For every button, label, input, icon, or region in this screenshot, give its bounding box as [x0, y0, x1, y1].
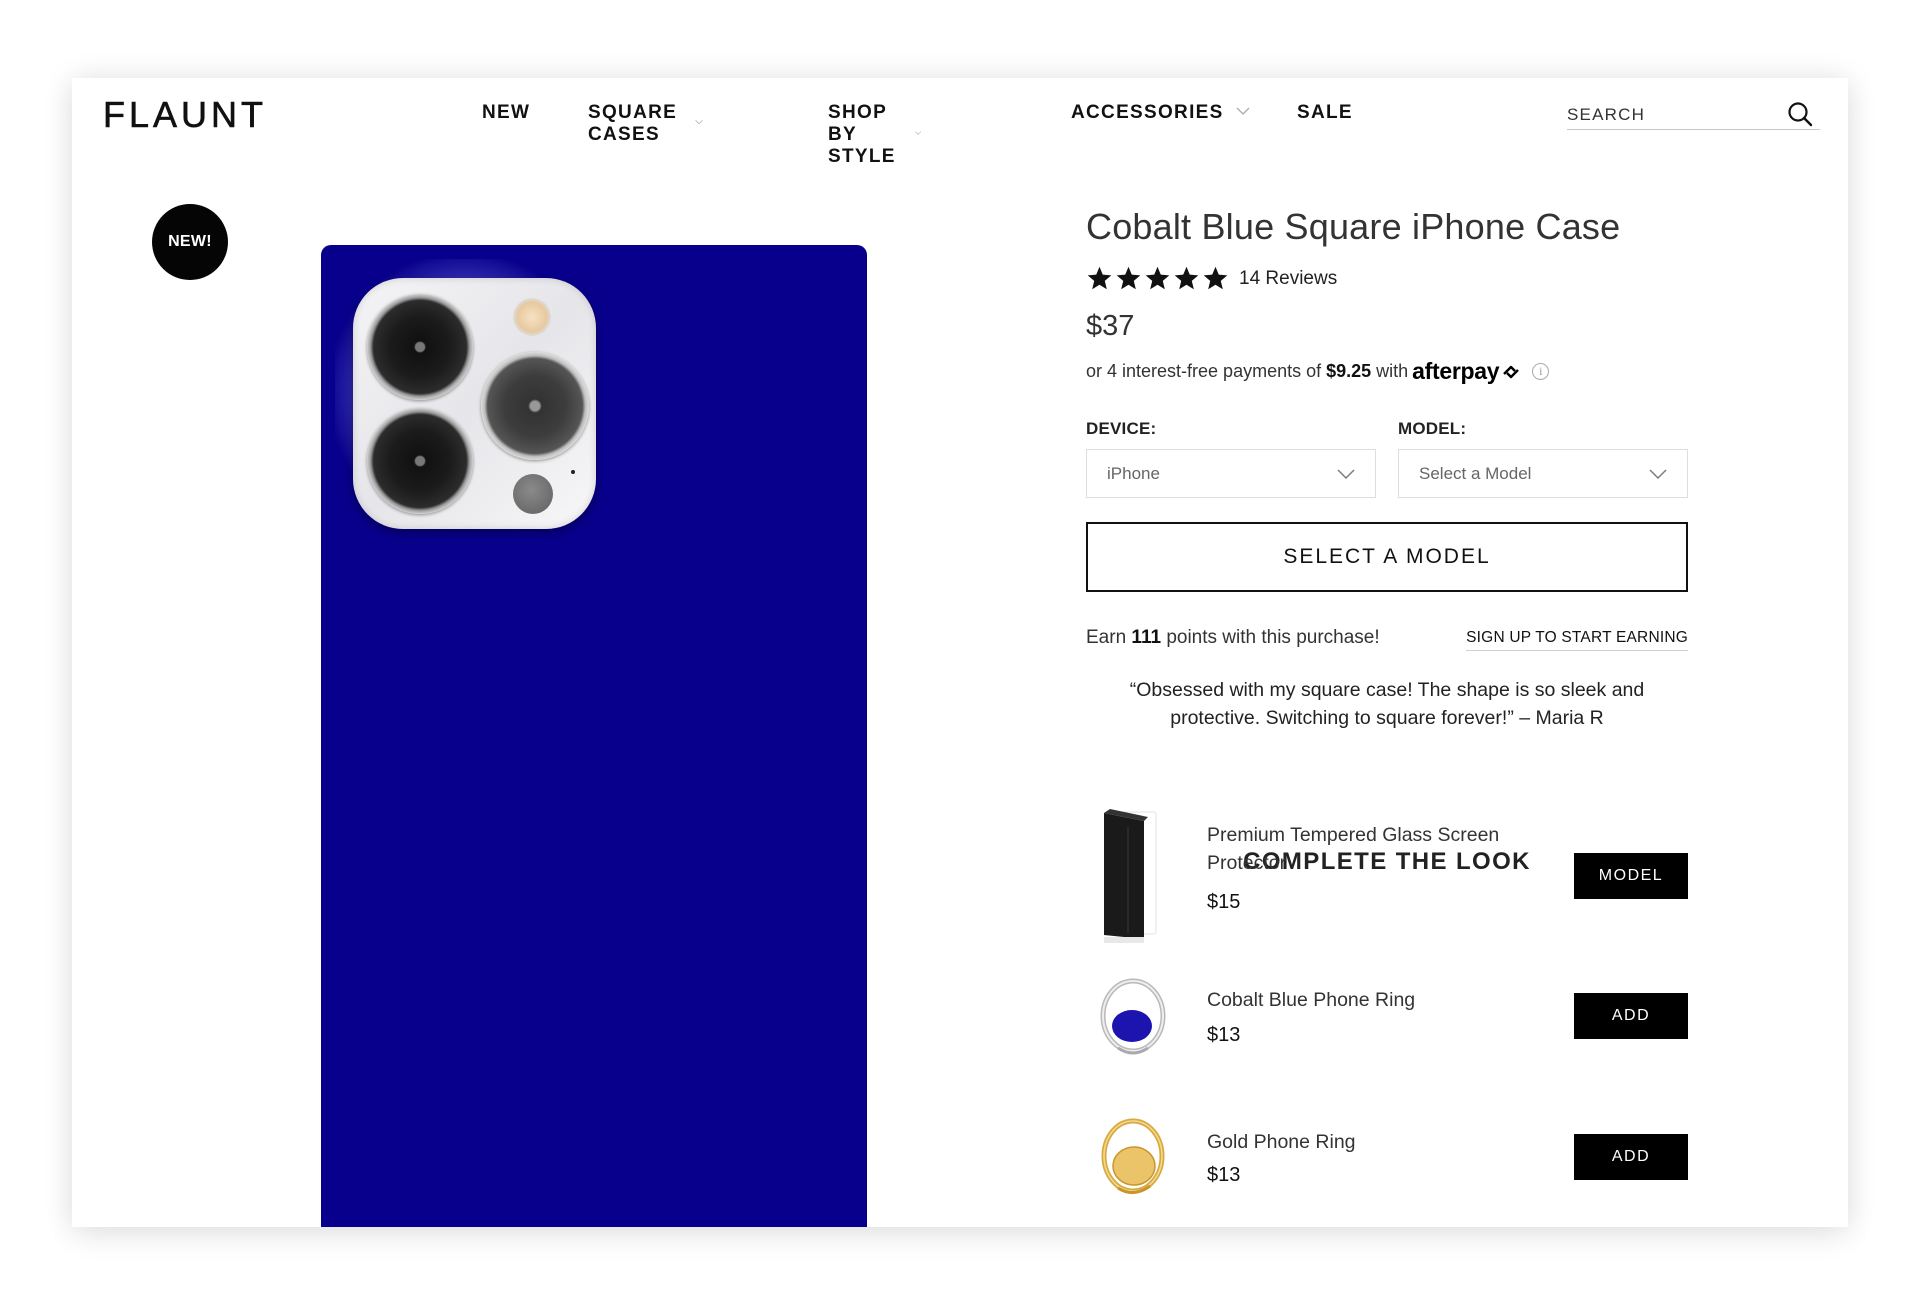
nav-item-shop-by-style[interactable]: SHOP BY STYLE [828, 102, 922, 168]
search-icon[interactable] [1786, 100, 1814, 128]
camera-lens [367, 408, 473, 514]
cobalt-ring-image[interactable] [1098, 978, 1168, 1058]
camera-lens [367, 294, 473, 400]
search-input[interactable] [1567, 104, 1777, 125]
select-model-upsell-button[interactable]: MODEL [1574, 853, 1688, 899]
points-amount: 111 [1131, 627, 1162, 648]
afterpay-arrows-icon [1503, 365, 1520, 378]
upsell-item: Cobalt Blue Phone Ring $13 ADD [1086, 978, 1688, 1058]
reviews-link[interactable]: 14 Reviews [1239, 268, 1337, 290]
star-icon [1174, 266, 1199, 290]
nav-label: SQUARE CASES [588, 102, 678, 145]
star-icon [1116, 266, 1141, 290]
upsell-item-name[interactable]: Premium Tempered Glass Screen Protector [1207, 821, 1537, 877]
star-icon [1203, 266, 1228, 290]
microphone-dot [571, 470, 575, 474]
camera-module [353, 278, 596, 529]
device-label: DEVICE: [1086, 419, 1157, 438]
nav-item-sale[interactable]: SALE [1297, 102, 1353, 124]
star-rating[interactable] [1086, 265, 1229, 292]
afterpay-logo: afterpay [1412, 358, 1522, 385]
upsell-item-name[interactable]: Gold Phone Ring [1207, 1128, 1537, 1156]
chevron-down-icon [1337, 469, 1355, 479]
points-suffix: points with this purchase! [1166, 627, 1380, 648]
camera-lens [481, 352, 589, 460]
nav-item-new[interactable]: NEW [482, 102, 530, 124]
afterpay-brand: afterpay [1412, 358, 1500, 384]
model-select[interactable]: Select a Model [1398, 449, 1688, 498]
new-badge: NEW! [152, 204, 228, 280]
afterpay-prefix: or 4 interest-free payments of [1086, 361, 1322, 381]
device-select[interactable]: iPhone [1086, 449, 1376, 498]
nav-label: SHOP BY STYLE [828, 102, 896, 167]
afterpay-installments: or 4 interest-free payments of $9.25 wit… [1086, 358, 1550, 385]
upsell-item: Premium Tempered Glass Screen Protector … [1086, 807, 1688, 947]
upsell-item-price: $13 [1207, 1024, 1241, 1046]
star-icon [1145, 266, 1170, 290]
search-bar [1567, 100, 1820, 130]
info-icon[interactable]: i [1532, 363, 1550, 380]
device-select-value: iPhone [1107, 463, 1160, 483]
sign-up-to-earn-link[interactable]: SIGN UP TO START EARNING [1466, 629, 1688, 651]
product-title: Cobalt Blue Square iPhone Case [1086, 206, 1621, 247]
product-price: $37 [1086, 310, 1135, 342]
chevron-down-icon [1649, 469, 1667, 479]
add-gold-ring-button[interactable]: ADD [1574, 1134, 1688, 1180]
product-page: FLAUNT NEW SQUARE CASES SHOP BY STYLE AC… [72, 78, 1848, 1227]
nav-item-square-cases[interactable]: SQUARE CASES [588, 102, 703, 146]
afterpay-amount: $9.25 [1326, 361, 1372, 381]
chevron-down-icon [915, 131, 922, 135]
nav-label: NEW [482, 102, 531, 123]
screen-protector-image[interactable] [1098, 807, 1168, 947]
nav-label: ACCESSORIES [1071, 102, 1224, 123]
star-icon [1087, 266, 1112, 290]
upsell-item-name[interactable]: Cobalt Blue Phone Ring [1207, 986, 1537, 1014]
afterpay-with: with [1376, 361, 1409, 381]
gold-ring-image[interactable] [1098, 1116, 1168, 1198]
rewards-points-text: Earn 111 points with this purchase! [1086, 627, 1380, 649]
customer-testimonial: “Obsessed with my square case! The shape… [1129, 679, 1645, 729]
camera-flash [513, 298, 551, 336]
upsell-item: Gold Phone Ring $13 ADD [1086, 1116, 1688, 1198]
upsell-item-price: $15 [1207, 891, 1241, 913]
select-a-model-button[interactable]: SELECT A MODEL [1086, 522, 1688, 592]
nav-label: SALE [1297, 102, 1353, 123]
upsell-item-price: $13 [1207, 1164, 1241, 1186]
model-label: MODEL: [1398, 419, 1467, 438]
chevron-down-icon [1236, 107, 1250, 115]
nav-item-accessories[interactable]: ACCESSORIES [1071, 102, 1250, 124]
flaunt-logo[interactable]: FLAUNT [103, 96, 267, 133]
lidar-sensor [513, 474, 553, 514]
model-select-placeholder: Select a Model [1419, 463, 1532, 483]
chevron-down-icon [695, 120, 703, 125]
product-rating: 14 Reviews [1086, 265, 1337, 292]
add-cobalt-ring-button[interactable]: ADD [1574, 993, 1688, 1039]
product-image[interactable] [321, 245, 867, 1227]
points-prefix: Earn [1086, 627, 1127, 648]
